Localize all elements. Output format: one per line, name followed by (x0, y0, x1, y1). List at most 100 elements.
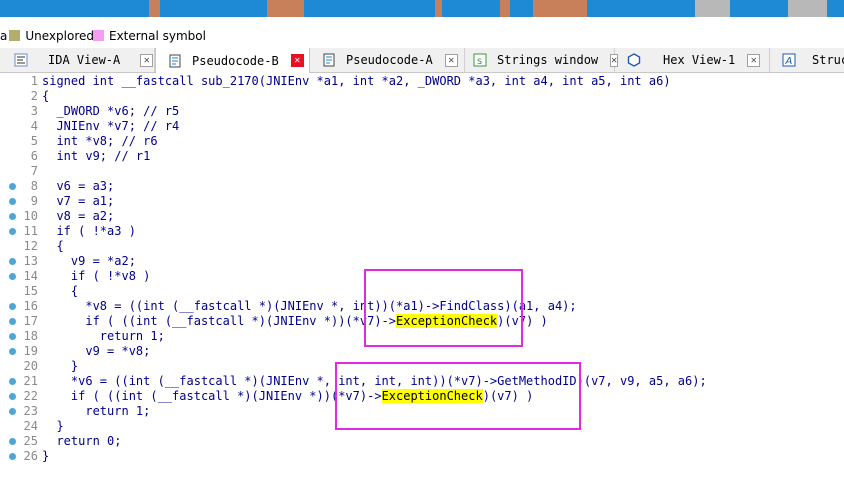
line-number: 1 (30, 74, 38, 88)
line-number: 20 (23, 359, 38, 373)
tab-label: IDA View-A (48, 53, 121, 67)
code-text: { (42, 284, 79, 298)
line-number: 18 (23, 329, 38, 343)
line-number: 3 (30, 104, 38, 118)
navband-segment[interactable] (827, 0, 844, 17)
unexplored-swatch (9, 30, 21, 41)
tab-structures[interactable]: A Struc (770, 48, 844, 72)
legend-label-external-symbol: External symbol (109, 28, 206, 43)
pseudocode-view[interactable]: 1 signed int __fastcall sub_2170(JNIEnv *… (0, 73, 844, 480)
svg-text:s: s (477, 56, 482, 67)
code-text: { (42, 89, 50, 103)
line-number: 25 (23, 434, 38, 448)
line-number: 8 (30, 179, 38, 193)
code-text: { (42, 239, 64, 253)
navband-segment[interactable] (499, 0, 510, 17)
line-number: 13 (23, 254, 38, 268)
code-line[interactable]: 9 v7 = a1; (0, 194, 844, 209)
ida-view-icon (14, 53, 28, 67)
navband-segment[interactable] (159, 0, 268, 17)
line-number: 7 (30, 164, 38, 178)
pseudocode-icon (322, 53, 336, 67)
code-text: if ( !*v8 ) (42, 269, 151, 283)
line-number: 2 (30, 89, 38, 103)
tab-strings-window[interactable]: s Strings window ✕ (465, 48, 619, 72)
code-text: return 0; (42, 434, 122, 448)
line-number: 16 (23, 299, 38, 313)
code-line[interactable]: 6 int v9; // r1 (0, 149, 844, 164)
close-icon[interactable]: ✕ (290, 54, 304, 67)
code-text: return 1; (42, 404, 151, 418)
code-text: return 1; (42, 329, 165, 343)
code-text: JNIEnv *v7; // r4 (42, 119, 180, 133)
code-line[interactable]: 10 v8 = a2; (0, 209, 844, 224)
line-number: 15 (23, 284, 38, 298)
annotation-box-findclass (364, 269, 523, 347)
navband-segment[interactable] (0, 0, 149, 17)
structures-icon: A (782, 53, 796, 67)
line-number: 24 (23, 419, 38, 433)
code-line[interactable]: 25 return 0; (0, 434, 844, 449)
navband-segment[interactable] (729, 0, 788, 17)
code-line[interactable]: 13 v9 = *a2; (0, 254, 844, 269)
code-line[interactable]: 26} (0, 449, 844, 464)
code-text: v6 = a3; (42, 179, 115, 193)
code-line[interactable]: 2{ (0, 89, 844, 104)
line-number: 22 (23, 389, 38, 403)
code-text: } (42, 419, 64, 433)
tab-label: Hex View-1 (663, 53, 736, 67)
code-line[interactable]: 12 { (0, 239, 844, 254)
close-icon[interactable]: ✕ (140, 53, 154, 67)
navband-segment[interactable] (304, 0, 436, 17)
tab-pseudocode-a[interactable]: Pseudocode-A ✕ (310, 48, 465, 72)
code-text: int *v8; // r6 (42, 134, 158, 148)
code-line[interactable]: 1 signed int __fastcall sub_2170(JNIEnv *… (0, 74, 844, 89)
navigation-band[interactable] (0, 0, 844, 17)
navband-segment[interactable] (532, 0, 588, 17)
code-text: v9 = *a2; (42, 254, 136, 268)
legend-item-unexplored: a Unexplored (0, 27, 94, 44)
close-icon[interactable]: ✕ (444, 53, 458, 67)
navband-segment[interactable] (441, 0, 500, 17)
code-text: signed int __fastcall sub_2170(JNIEnv *a… (42, 74, 671, 88)
line-number: 5 (30, 134, 38, 148)
close-icon[interactable]: ✕ (747, 53, 761, 67)
navband-segment[interactable] (148, 0, 160, 17)
navband-segment[interactable] (787, 0, 828, 17)
code-line[interactable]: 11 if ( !*a3 ) (0, 224, 844, 239)
line-number: 9 (30, 194, 38, 208)
tab-label: Struc (812, 53, 844, 67)
hex-view-icon (627, 53, 641, 67)
navband-segment[interactable] (267, 0, 305, 17)
legend-item-external-symbol: External symbol (93, 27, 206, 44)
tab-hex-view-1[interactable]: Hex View-1 ✕ (615, 48, 770, 72)
tab-label: Pseudocode-A (346, 53, 433, 67)
tab-ida-view-a[interactable]: IDA View-A ✕ (0, 48, 155, 72)
navband-segment[interactable] (695, 0, 730, 17)
tab-pseudocode-b[interactable]: Pseudocode-B ✕ (155, 48, 310, 73)
line-number: 19 (23, 344, 38, 358)
legend: a Unexplored External symbol (0, 27, 844, 44)
code-text: v8 = a2; (42, 209, 115, 223)
tab-label: Strings window (497, 53, 599, 67)
line-number: 21 (23, 374, 38, 388)
code-line[interactable]: 3 _DWORD *v6; // r5 (0, 104, 844, 119)
code-text: _DWORD *v6; // r5 (42, 104, 180, 118)
code-line[interactable]: 5 int *v8; // r6 (0, 134, 844, 149)
tab-label: Pseudocode-B (192, 53, 279, 68)
line-number: 23 (23, 404, 38, 418)
tab-bar: IDA View-A ✕ Pseudocode-B ✕ Pseudocode-A… (0, 48, 844, 73)
annotation-box-getmethodid (335, 362, 581, 430)
code-text: v9 = *v8; (42, 344, 151, 358)
code-line[interactable]: 7 (0, 164, 844, 179)
code-line[interactable]: 8 v6 = a3; (0, 179, 844, 194)
code-text: if ( !*a3 ) (42, 224, 136, 238)
line-number: 6 (30, 149, 38, 163)
external-symbol-swatch (93, 30, 104, 41)
code-line[interactable]: 4 JNIEnv *v7; // r4 (0, 119, 844, 134)
navband-segment[interactable] (587, 0, 696, 17)
navband-segment[interactable] (509, 0, 533, 17)
line-number: 17 (23, 314, 38, 328)
navband-segment[interactable] (435, 0, 442, 17)
code-text: v7 = a1; (42, 194, 115, 208)
